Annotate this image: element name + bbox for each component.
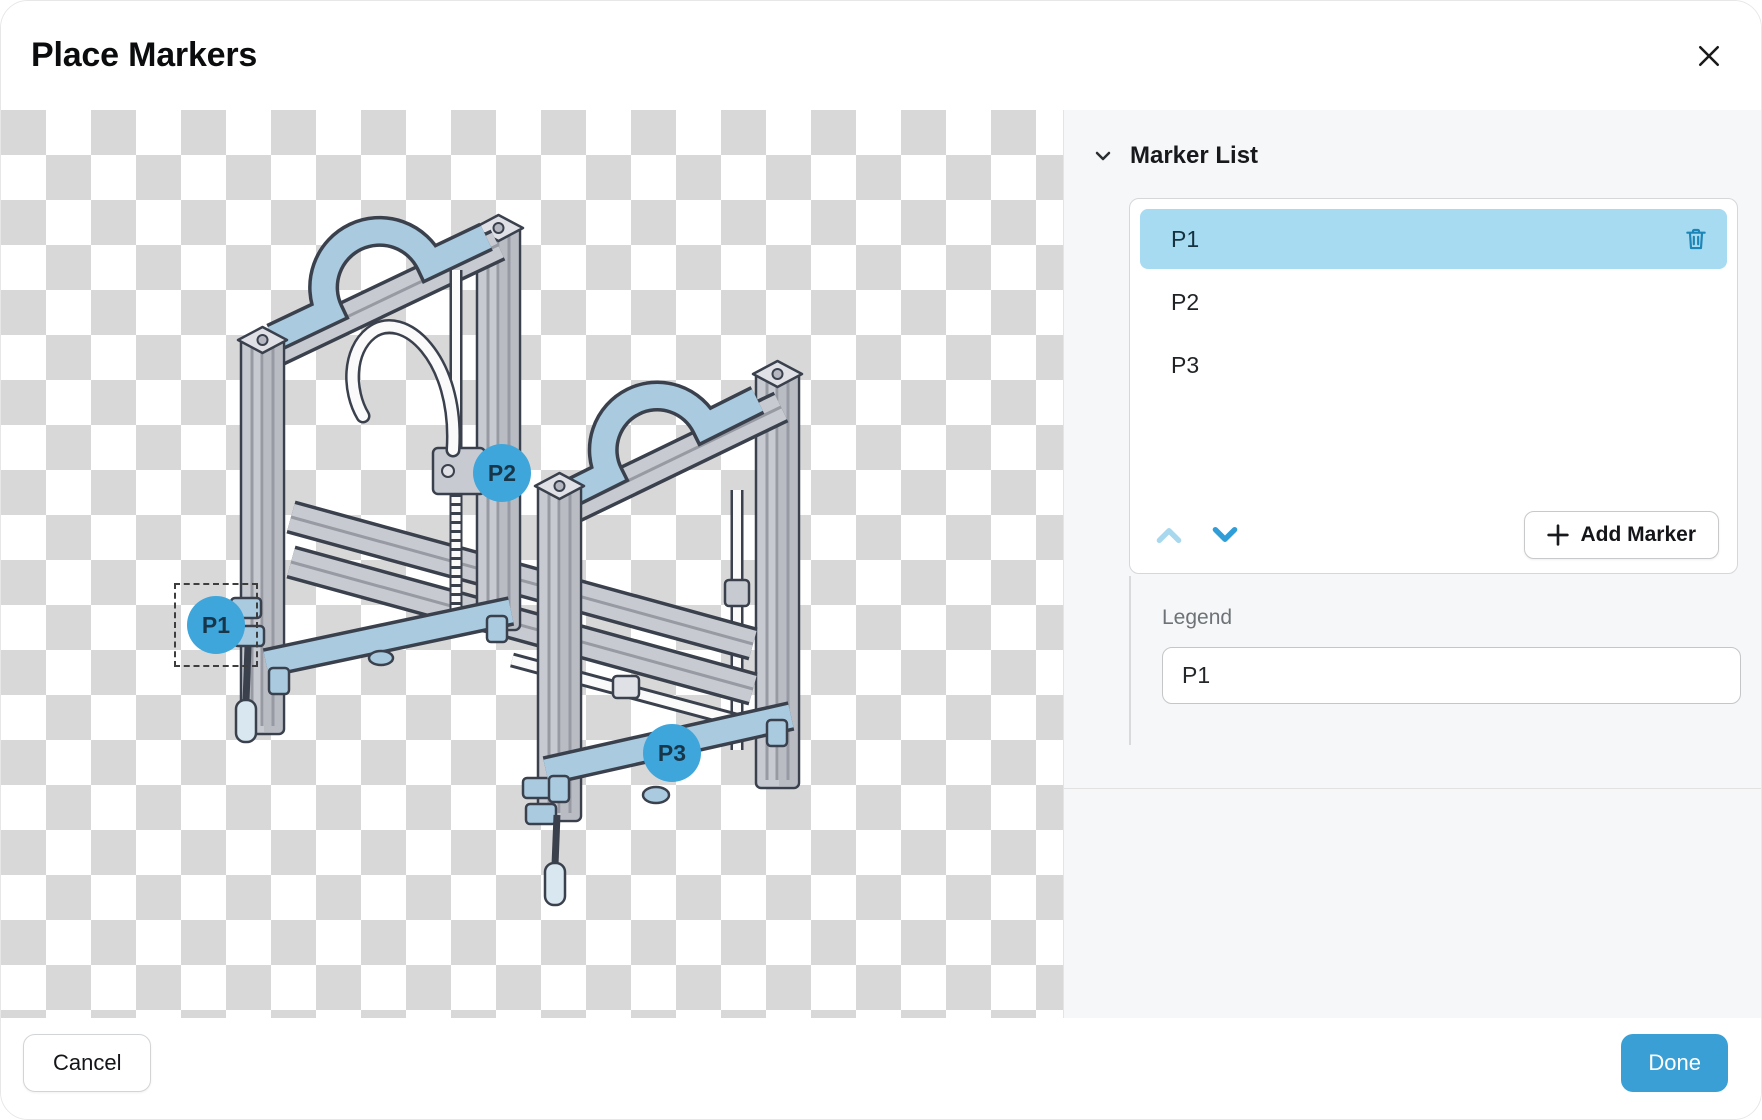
dialog-footer: Cancel Done [1,1018,1761,1120]
move-marker-down-button[interactable] [1208,522,1242,548]
plus-icon [1547,524,1569,546]
chevron-up-icon [1154,524,1184,546]
marker-list: P1 P2 P3 [1129,198,1738,574]
cancel-button[interactable]: Cancel [23,1034,151,1092]
marker-label: P3 [658,740,686,767]
add-marker-label: Add Marker [1580,523,1696,547]
marker-list-item-p3[interactable]: P3 [1140,335,1727,395]
move-marker-up-button[interactable] [1152,522,1186,548]
legend-label: Legend [1162,606,1743,630]
base-plate [266,611,511,694]
delete-marker-button[interactable] [1681,224,1711,254]
chevron-down-icon [1210,524,1240,546]
marker-list-item-p1[interactable]: P1 [1140,209,1727,269]
marker-list-item-p2[interactable]: P2 [1140,272,1727,332]
marker-list-controls: Add Marker [1152,511,1719,559]
marker-canvas[interactable]: P1 P2 P3 [1,110,1063,1018]
frame-post [474,215,523,630]
collapse-marker-list-button[interactable] [1088,141,1118,171]
panel-divider [1064,788,1762,789]
leveling-foot [545,815,565,905]
frame-illustration [1,110,1063,1018]
chevron-down-icon [1091,144,1115,168]
canvas-marker-p2[interactable]: P2 [473,444,531,502]
place-markers-dialog: Place Markers [0,0,1762,1120]
canvas-marker-p1[interactable]: P1 [187,596,245,654]
legend-input[interactable] [1162,647,1741,704]
marker-item-label: P3 [1171,352,1199,379]
marker-item-label: P2 [1171,289,1199,316]
canvas-marker-p3[interactable]: P3 [643,724,701,782]
marker-item-label: P1 [1171,226,1199,253]
dialog-header: Place Markers [1,1,1761,110]
done-button[interactable]: Done [1621,1034,1728,1092]
dialog-title: Place Markers [31,36,257,75]
marker-label: P2 [488,460,516,487]
marker-list-title: Marker List [1130,142,1258,170]
marker-label: P1 [202,612,230,639]
close-button[interactable] [1687,34,1731,78]
trash-icon [1683,226,1709,252]
marker-list-header: Marker List [1088,138,1258,174]
bowden-tube [353,327,454,450]
marker-panel: Marker List P1 P2 P3 [1063,110,1762,1018]
add-marker-button[interactable]: Add Marker [1524,511,1719,559]
legend-group: Legend [1129,576,1743,745]
close-icon [1695,42,1723,70]
